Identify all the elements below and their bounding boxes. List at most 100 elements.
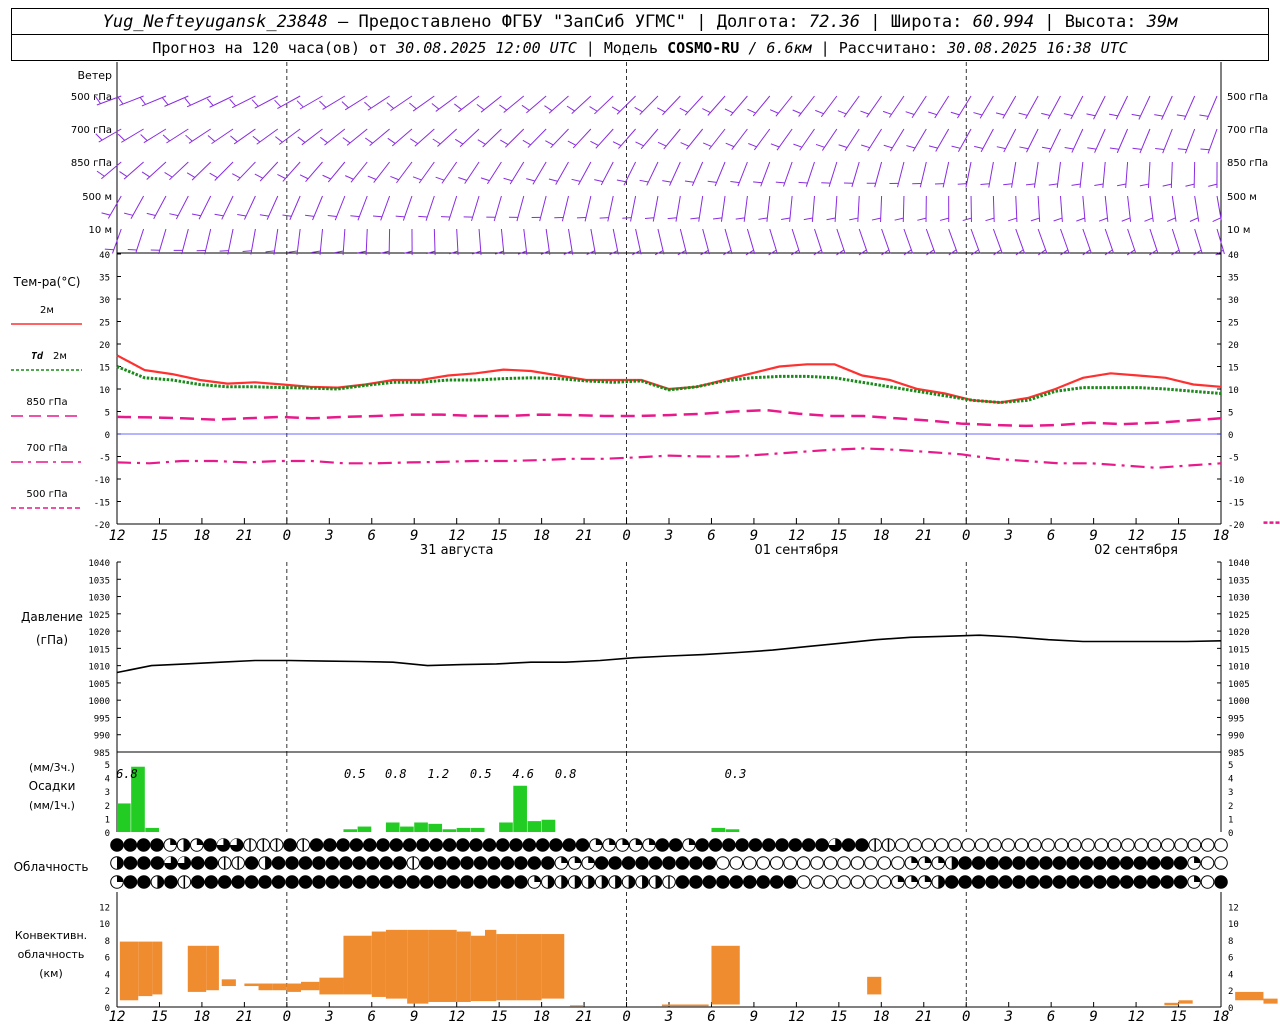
- temp-y-tick-label: -20: [1228, 521, 1244, 531]
- wind-barb-flag: [219, 250, 229, 252]
- wind-level-label: 10 м: [89, 225, 112, 236]
- cloud-symbol-overcast: [998, 875, 1013, 889]
- convective-y-tick-label: 12: [99, 903, 110, 913]
- wind-barb-flag: [980, 183, 990, 185]
- wind-barb-flag: [96, 170, 105, 177]
- x-tick-label: 18: [193, 528, 210, 544]
- cloud-symbol-overcast: [1160, 875, 1174, 889]
- cloud-symbol-clear: [837, 856, 851, 870]
- cloud-symbol-half-fill: [655, 875, 662, 889]
- cloud-symbol-quarter-fill: [196, 838, 204, 845]
- cloud-symbol-overcast: [137, 875, 151, 889]
- pressure-y-tick-label: 1000: [88, 697, 110, 707]
- x-tick-label: 15: [151, 1009, 168, 1024]
- wind-barb-flag: [209, 172, 218, 179]
- wind-barb-flag: [252, 135, 261, 143]
- x-tick-label: 15: [491, 1009, 508, 1024]
- temp-y-tick-label: 15: [99, 364, 110, 374]
- convective-y-tick-label: 6: [1228, 954, 1233, 964]
- cloud-symbol-overcast: [402, 838, 417, 852]
- cloud-symbol-overcast: [1079, 875, 1094, 889]
- wind-barb-flag: [364, 101, 372, 109]
- cloud-symbol-overcast: [1079, 856, 1094, 870]
- wind-barb-flag: [296, 100, 304, 108]
- precip-bar: [513, 785, 527, 832]
- wind-barb-flag: [792, 109, 802, 114]
- x-tick-label: 18: [193, 1009, 210, 1024]
- wind-barb-flag: [962, 217, 972, 222]
- pressure-panel: Давление (гПа) 1040 1040 1035 1035 1030 1030 102…: [21, 559, 1250, 759]
- convective-cloud-bar: [301, 981, 320, 991]
- wind-barb-flag: [141, 171, 150, 178]
- temp-y-tick-label: 15: [1228, 364, 1239, 374]
- convective-cloud-bar: [569, 1005, 585, 1007]
- cloud-symbol-overcast: [708, 838, 723, 852]
- cloud-symbol-overcast: [1106, 875, 1121, 889]
- wind-barb: [980, 128, 994, 153]
- convective-y-tick-label: 0: [105, 1004, 110, 1014]
- wind-barb-flag: [409, 138, 419, 145]
- wind-barb-flag: [970, 249, 979, 256]
- x-tick-label: 18: [873, 1009, 890, 1024]
- cloud-symbol-overcast: [392, 875, 407, 889]
- x-tick-label: 12: [1128, 1009, 1145, 1024]
- wind-barb-flag: [567, 140, 577, 146]
- cloud-symbol-overcast: [123, 838, 138, 852]
- x-tick-label: 15: [491, 528, 508, 544]
- wind-barb-flag: [117, 133, 126, 141]
- wind-barb-flag: [1087, 147, 1097, 150]
- cloud-symbol-overcast: [971, 856, 986, 870]
- wind-barb-flag: [412, 176, 422, 181]
- cloud-symbol-overcast: [735, 838, 749, 852]
- wind-barb-flag: [1018, 112, 1028, 116]
- wind-barb-flag: [838, 144, 848, 148]
- wind-barb-flag: [207, 135, 216, 142]
- cloud-symbol-overcast: [446, 875, 461, 889]
- convective-cloud-bar: [319, 977, 344, 995]
- cloud-symbol-overcast: [675, 856, 690, 870]
- wind-barb-flag: [185, 134, 193, 142]
- t700-line: [116, 447, 1222, 469]
- cloud-symbol-overcast: [695, 838, 710, 852]
- cloudiness-title: Облачность: [14, 860, 89, 874]
- wind-barb-flag: [993, 249, 1002, 256]
- cloud-symbol-overcast: [419, 856, 434, 870]
- cloud-symbol-quarter-fill: [688, 838, 696, 845]
- cloud-symbol-overcast: [442, 838, 457, 852]
- x-tick-label: 6: [368, 528, 376, 544]
- wind-barb: [344, 95, 368, 111]
- wind-barb-flag: [1126, 249, 1135, 256]
- convective-cloud-bar: [867, 976, 882, 995]
- wind-barb-flag: [242, 250, 252, 253]
- precip-y-tick-label: 0: [105, 829, 110, 839]
- legend-label: 2м: [40, 305, 54, 316]
- wind-barb-flag: [386, 102, 395, 109]
- wind-barb-flag: [454, 103, 462, 110]
- cloud-symbol-overcast: [487, 875, 501, 889]
- cloud-symbol-clear: [877, 875, 892, 889]
- wind-barb-flag: [881, 249, 890, 256]
- cloudiness-panel: Облачность: [14, 838, 1228, 889]
- cloud-symbol-overcast: [761, 838, 776, 852]
- x-tick-label: 0: [283, 1009, 291, 1024]
- t850-line: [116, 408, 1222, 428]
- cloud-symbol-overcast: [655, 838, 670, 852]
- wind-barb-flag: [320, 136, 328, 144]
- cloud-symbol-overcast: [460, 856, 474, 870]
- cloud-symbol-overcast: [689, 856, 703, 870]
- wind-barb-flag: [837, 110, 847, 115]
- cloud-symbol-half-fill: [547, 875, 555, 889]
- precip-bar: [145, 827, 159, 832]
- wind-barb: [691, 161, 704, 187]
- x-tick-label: 9: [1089, 1009, 1097, 1024]
- cloud-symbol-half-fill: [265, 856, 272, 870]
- wind-barb: [346, 128, 368, 146]
- x-tick-label: 21: [576, 1009, 593, 1024]
- cloud-symbol-overcast: [998, 856, 1013, 870]
- cloud-symbol-overcast: [958, 875, 972, 889]
- x-tick-label: 21: [915, 528, 932, 544]
- pressure-y-tick-label: 995: [94, 714, 110, 724]
- wind-barb-flag: [432, 138, 441, 145]
- cloud-symbol-clear: [1160, 838, 1175, 852]
- wind-barb-flag: [793, 143, 803, 148]
